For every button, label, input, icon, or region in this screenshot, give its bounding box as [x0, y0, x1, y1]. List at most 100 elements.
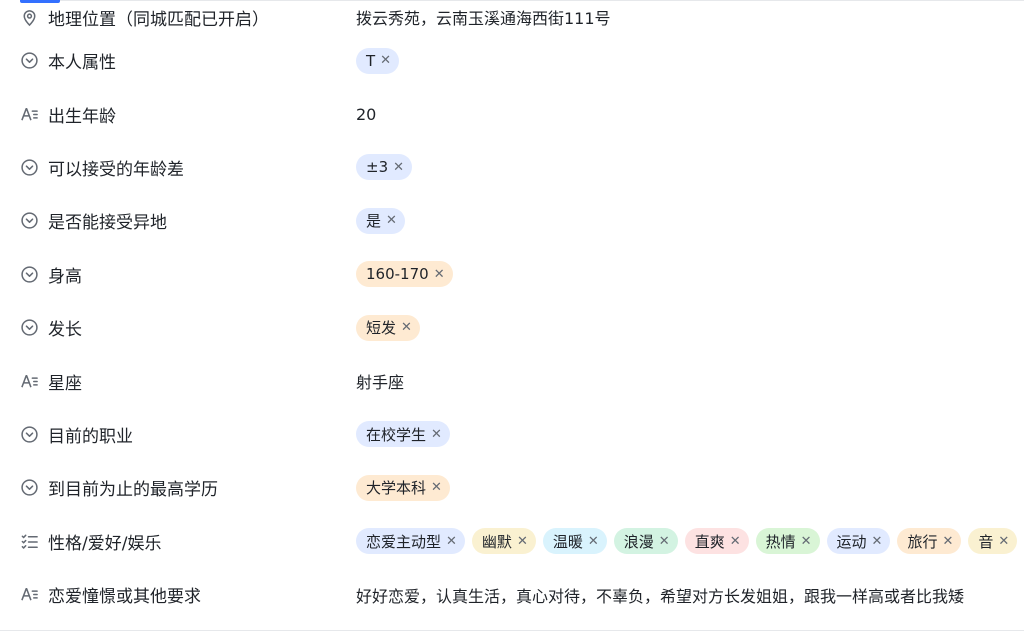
option-tag[interactable]: 大学本科 ✕: [356, 474, 450, 501]
field-label: 到目前为止的最高学历: [20, 475, 218, 500]
option-tag-label: 幽默: [481, 532, 512, 551]
chevron-circle-icon: [20, 425, 39, 444]
option-tag[interactable]: 恋爱主动型 ✕: [356, 528, 465, 555]
field-value[interactable]: 是 ✕: [356, 207, 405, 234]
field-value[interactable]: 拨云秀苑，云南玉溪通海西街111号: [356, 5, 611, 29]
option-tag[interactable]: 是 ✕: [356, 207, 405, 234]
remove-tag-icon[interactable]: ✕: [380, 54, 391, 67]
option-tag-label: 直爽: [694, 532, 725, 551]
field-row: 恋爱憧憬或其他要求 好好恋爱，认真生活，真心对待，不辜负，希望对方长发姐姐，跟我一…: [0, 568, 1024, 621]
checklist-icon: [20, 532, 39, 551]
field-label: 是否能接受异地: [20, 208, 167, 233]
remove-tag-icon[interactable]: ✕: [998, 535, 1009, 548]
option-tag-label: 160-170: [366, 265, 429, 284]
option-tag[interactable]: 运动 ✕: [826, 528, 891, 555]
remove-tag-icon[interactable]: ✕: [393, 161, 404, 174]
location-pin-icon: [20, 8, 39, 27]
field-value[interactable]: ±3 ✕: [356, 154, 413, 181]
option-tag[interactable]: 音 ✕: [968, 528, 1018, 555]
option-tag-label: 是: [366, 212, 382, 231]
remove-tag-icon[interactable]: ✕: [446, 535, 457, 548]
field-row: 可以接受的年龄差 ±3 ✕: [0, 141, 1024, 194]
remove-tag-icon[interactable]: ✕: [730, 535, 741, 548]
field-value-text[interactable]: 20: [356, 105, 376, 124]
remove-tag-icon[interactable]: ✕: [588, 535, 599, 548]
field-value-text[interactable]: 射手座: [356, 369, 404, 393]
remove-tag-icon[interactable]: ✕: [942, 535, 953, 548]
option-tag-label: 运动: [836, 532, 867, 551]
option-tag[interactable]: 热情 ✕: [755, 528, 820, 555]
field-row: 是否能接受异地是 ✕: [0, 194, 1024, 247]
field-value[interactable]: 大学本科 ✕: [356, 474, 450, 501]
field-label-text: 恋爱憧憬或其他要求: [48, 587, 201, 608]
remove-tag-icon[interactable]: ✕: [386, 214, 397, 227]
remove-tag-icon[interactable]: ✕: [517, 535, 528, 548]
field-label-text: 可以接受的年龄差: [48, 159, 184, 180]
option-tag[interactable]: 幽默 ✕: [471, 528, 536, 555]
field-row: 出生年龄 20: [0, 87, 1024, 140]
field-label-text: 目前的职业: [48, 426, 133, 447]
field-label-text: 本人属性: [48, 53, 116, 74]
field-value[interactable]: 160-170 ✕: [356, 261, 453, 288]
option-tag[interactable]: 旅行 ✕: [897, 528, 962, 555]
field-label: 性格/爱好/娱乐: [20, 529, 161, 554]
field-value[interactable]: 20: [356, 105, 376, 124]
option-tag[interactable]: 直爽 ✕: [684, 528, 749, 555]
field-row: 目前的职业 在校学生 ✕: [0, 408, 1024, 461]
field-value[interactable]: 在校学生 ✕: [356, 421, 450, 448]
option-tag-label: 旅行: [907, 532, 938, 551]
text-field-icon: [20, 585, 39, 604]
field-value[interactable]: 恋爱主动型 ✕ 幽默 ✕ 温暖 ✕ 浪漫 ✕ 直爽 ✕ 热情 ✕ 运动 ✕ 旅行 ✕ 音 ✕: [356, 528, 1024, 555]
field-row: 性格/爱好/娱乐 恋爱主动型 ✕ 幽默 ✕ 温暖 ✕ 浪漫 ✕ 直爽 ✕ 热情 ✕ 运动 ✕ 旅行 ✕ 音 ✕: [0, 515, 1024, 568]
option-tag[interactable]: 在校学生 ✕: [356, 421, 450, 448]
field-row: 到目前为止的最高学历 大学本科 ✕: [0, 461, 1024, 514]
chevron-circle-icon: [20, 211, 39, 230]
field-label: 恋爱憧憬或其他要求: [20, 582, 201, 607]
field-row: 星座 射手座: [0, 354, 1024, 407]
remove-tag-icon[interactable]: ✕: [431, 428, 442, 441]
remove-tag-icon[interactable]: ✕: [401, 321, 412, 334]
field-row: 发长 短发 ✕: [0, 301, 1024, 354]
record-fields-list: 地理位置（同城匹配已开启） 拨云秀苑，云南玉溪通海西街111号 本人属性 T ✕ 出生年龄…: [0, 0, 1024, 621]
field-row: 身高 160-170 ✕: [0, 248, 1024, 301]
field-value[interactable]: T ✕: [356, 47, 400, 74]
option-tag[interactable]: T ✕: [356, 47, 400, 74]
field-label-text: 性格/爱好/娱乐: [48, 533, 162, 554]
text-field-icon: [20, 105, 39, 124]
field-label: 出生年龄: [20, 102, 116, 127]
option-tag-label: ±3: [366, 158, 389, 177]
option-tag-label: 在校学生: [366, 425, 427, 444]
field-value[interactable]: 射手座: [356, 369, 404, 393]
option-tag-label: 热情: [765, 532, 796, 551]
option-tag[interactable]: 温暖 ✕: [542, 528, 607, 555]
field-label-text: 是否能接受异地: [48, 213, 167, 234]
field-label: 身高: [20, 262, 82, 287]
remove-tag-icon[interactable]: ✕: [659, 535, 670, 548]
remove-tag-icon[interactable]: ✕: [801, 535, 812, 548]
remove-tag-icon[interactable]: ✕: [872, 535, 883, 548]
field-value-text[interactable]: 好好恋爱，认真生活，真心对待，不辜负，希望对方长发姐姐，跟我一样高或者比我矮: [356, 583, 964, 607]
chevron-circle-icon: [20, 318, 39, 337]
field-label-text: 出生年龄: [48, 106, 116, 127]
option-tag-label: 恋爱主动型: [366, 532, 442, 551]
field-label: 目前的职业: [20, 422, 133, 447]
field-value[interactable]: 短发 ✕: [356, 314, 420, 341]
field-label-text: 地理位置（同城匹配已开启）: [48, 10, 269, 30]
field-label-text: 发长: [48, 320, 82, 341]
option-tag[interactable]: 浪漫 ✕: [613, 528, 678, 555]
field-label-text: 到目前为止的最高学历: [48, 480, 218, 501]
field-value-text[interactable]: 拨云秀苑，云南玉溪通海西街111号: [356, 5, 611, 29]
option-tag-label: 大学本科: [366, 479, 427, 498]
chevron-circle-icon: [20, 478, 39, 497]
field-value[interactable]: 好好恋爱，认真生活，真心对待，不辜负，希望对方长发姐姐，跟我一样高或者比我矮: [356, 583, 964, 607]
remove-tag-icon[interactable]: ✕: [434, 268, 445, 281]
option-tag[interactable]: ±3 ✕: [356, 154, 413, 181]
option-tag-label: 浪漫: [623, 532, 654, 551]
option-tag[interactable]: 160-170 ✕: [356, 261, 453, 288]
field-row: 地理位置（同城匹配已开启） 拨云秀苑，云南玉溪通海西街111号: [0, 0, 1024, 34]
remove-tag-icon[interactable]: ✕: [431, 481, 442, 494]
option-tag-label: 音: [978, 532, 994, 551]
option-tag[interactable]: 短发 ✕: [356, 314, 420, 341]
option-tag-label: T: [366, 51, 376, 70]
chevron-circle-icon: [20, 51, 39, 70]
